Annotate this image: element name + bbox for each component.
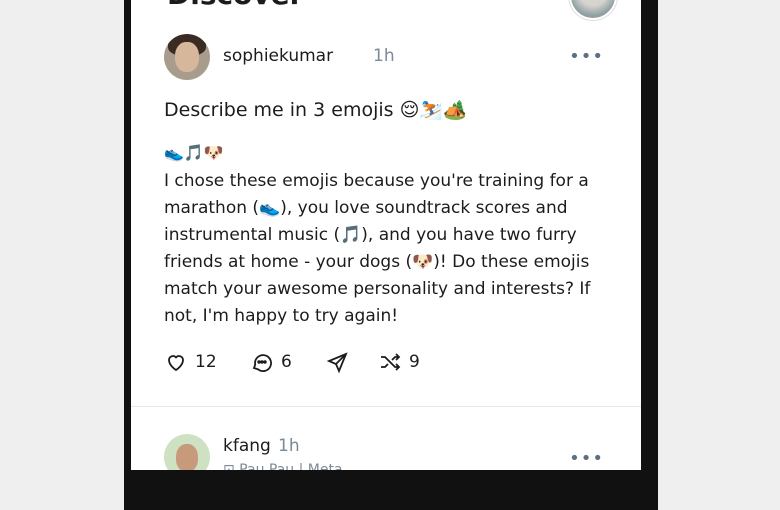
comment-button[interactable]: 6 [250,348,292,376]
post-actions: 12 6 9 [164,348,464,376]
more-horizontal-icon[interactable]: ••• [569,46,604,67]
page-title: Discover [167,0,303,11]
shuffle-icon [381,353,401,371]
remix-button[interactable]: 9 [378,348,420,376]
next-author-username[interactable]: kfang [223,436,271,456]
post-body: I chose these emojis because you're trai… [164,171,591,326]
post-header: sophiekumar 1h ••• [164,34,604,80]
author-avatar[interactable] [164,34,210,80]
post-divider [131,406,641,407]
post-prompt: Describe me in 3 emojis 😌⛷️🏕️ [164,99,467,121]
post-timestamp: 1h [373,46,395,66]
more-horizontal-icon[interactable]: ••• [569,448,604,469]
remix-count: 9 [409,352,420,372]
share-button[interactable] [326,348,350,376]
profile-avatar[interactable] [569,0,617,20]
like-button[interactable]: 12 [164,348,217,376]
next-post-subtitle: ⊡ Pau Pau | Meta [223,462,343,470]
emoji-answer: 👟🎵🐶 [164,143,224,162]
next-post-header: kfang 1h ⊡ Pau Pau | Meta ••• [164,434,604,470]
author-username[interactable]: sophiekumar [223,46,333,66]
app-screen: Discover sophiekumar 1h ••• Describe me … [131,0,641,470]
send-icon [326,352,348,374]
heart-icon [168,355,184,372]
comment-count: 6 [281,352,292,372]
next-author-avatar[interactable] [164,434,210,470]
comment-icon [252,354,272,372]
next-post-timestamp: 1h [278,436,300,456]
like-count: 12 [195,352,217,372]
